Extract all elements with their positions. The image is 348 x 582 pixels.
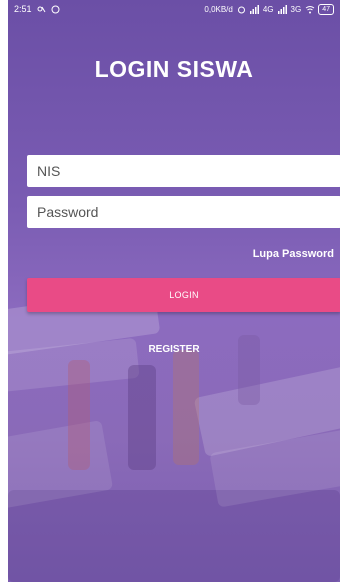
network-4g: 4G <box>262 4 274 14</box>
background-image <box>8 490 340 582</box>
page-title: LOGIN SISWA <box>94 56 254 82</box>
status-bar: 2:51 0,0KB/d 4G 3G 47 <box>8 0 340 18</box>
wifi-icon <box>305 5 315 14</box>
forgot-password-link[interactable]: Lupa Password <box>253 248 334 260</box>
background-book <box>68 360 90 470</box>
nis-input[interactable] <box>27 155 340 187</box>
status-time: 2:51 <box>14 4 32 14</box>
login-screen: 2:51 0,0KB/d 4G 3G 47 LOGIN SISWA NIS Lu… <box>8 0 340 582</box>
signal-icon <box>249 4 259 14</box>
whatsapp-icon <box>51 5 60 14</box>
network-speed: 0,0KB/d <box>204 4 233 14</box>
background-book <box>128 365 156 470</box>
login-button[interactable]: LOGIN <box>27 278 340 312</box>
register-button[interactable]: REGISTER <box>8 343 340 356</box>
password-input[interactable] <box>27 196 340 228</box>
network-3g: 3G <box>290 4 302 14</box>
alarm-icon <box>237 5 246 14</box>
notification-icon <box>37 5 46 14</box>
battery-icon: 47 <box>318 3 334 15</box>
background-book <box>173 350 199 465</box>
signal-icon <box>277 4 287 14</box>
